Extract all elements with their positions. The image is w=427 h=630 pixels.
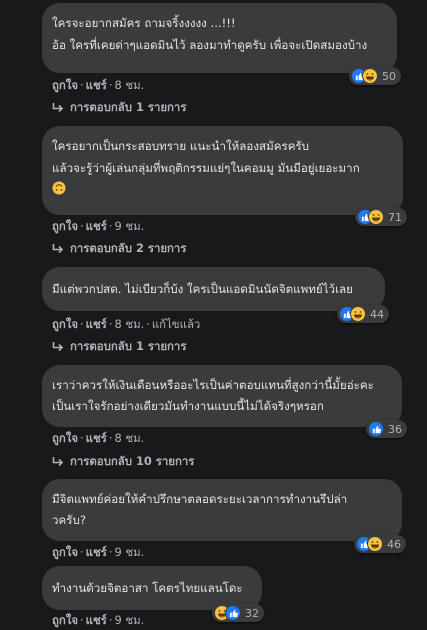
comment-bubble: มีจิตแพทย์ค่อยให้คำปรึกษาตลอดระยะเวลาการ… bbox=[42, 479, 402, 541]
timestamp[interactable]: 8 ชม. bbox=[114, 78, 144, 92]
comment-text-line: มีจิตแพทย์ค่อยให้คำปรึกษาตลอดระยะเวลาการ… bbox=[52, 492, 348, 506]
share-link[interactable]: แชร์ bbox=[86, 545, 107, 559]
reaction-summary[interactable]: 50 bbox=[349, 67, 401, 85]
view-replies-link[interactable]: การตอบกลับ 10 รายการ bbox=[52, 453, 194, 471]
timestamp[interactable]: 8 ชม. bbox=[114, 317, 144, 331]
like-link[interactable]: ถูกใจ bbox=[52, 78, 78, 92]
reaction-count: 50 bbox=[382, 69, 396, 83]
separator-dot: · bbox=[108, 219, 113, 233]
replies-label: การตอบกลับ 10 รายการ bbox=[70, 454, 195, 468]
reaction-count: 32 bbox=[245, 606, 259, 620]
haha-reaction-icon bbox=[362, 68, 378, 84]
comment-actions: ถูกใจ · แชร์ · 8 ชม. bbox=[52, 77, 144, 95]
share-link[interactable]: แชร์ bbox=[86, 78, 107, 92]
timestamp[interactable]: 9 ชม. bbox=[114, 613, 144, 627]
separator-dot: · bbox=[80, 613, 84, 627]
like-reaction-icon bbox=[368, 421, 384, 437]
view-replies-link[interactable]: การตอบกลับ 1 รายการ bbox=[52, 338, 186, 356]
replies-label: การตอบกลับ 1 รายการ bbox=[70, 339, 187, 353]
reaction-count: 44 bbox=[370, 307, 384, 321]
view-replies-link[interactable]: การตอบกลับ 1 รายการ bbox=[52, 99, 186, 117]
haha-reaction-icon bbox=[368, 209, 384, 225]
separator-dot: · bbox=[108, 545, 113, 559]
separator-dot: · bbox=[80, 431, 84, 445]
separator-dot: · bbox=[146, 317, 150, 331]
reaction-summary[interactable]: 46 bbox=[354, 535, 406, 553]
edited-label[interactable]: แก้ไขแล้ว bbox=[152, 317, 200, 331]
reply-arrow-icon bbox=[52, 103, 64, 113]
comment-bubble: มีแต่พวกปสด. ไม่เบียวก็บ้ง ใครเป็นแอดมิน… bbox=[42, 267, 385, 311]
share-link[interactable]: แชร์ bbox=[86, 431, 107, 445]
comment-text-line: ใครอยากเป็นกระสอบทราย แนะนำให้ลองสมัครคร… bbox=[52, 139, 310, 153]
separator-dot: · bbox=[80, 317, 84, 331]
reaction-summary[interactable]: 71 bbox=[355, 208, 407, 226]
like-reaction-icon bbox=[225, 605, 241, 621]
comment-text-line: แล้วจะรู้ว่าผู้เล่นกลุ่มที่พฤติกรรมแย่ๆใ… bbox=[52, 161, 360, 175]
comment-bubble: ใครจะอยากสมัคร ถามจริ้งงงงง ...!!! อ้อ ใ… bbox=[42, 3, 397, 73]
share-link[interactable]: แชร์ bbox=[86, 317, 107, 331]
replies-label: การตอบกลับ 2 รายการ bbox=[70, 241, 187, 255]
comment-bubble: เราว่าควรให้เงินเดือนหรืออะไรเป็นค่าตอบแ… bbox=[42, 365, 402, 427]
comment-text-line: ใครจะอยากสมัคร ถามจริ้งงงงง ...!!! bbox=[52, 16, 236, 30]
separator-dot: · bbox=[80, 219, 84, 233]
reaction-count: 71 bbox=[388, 210, 402, 224]
reaction-summary[interactable]: 44 bbox=[337, 305, 389, 323]
reply-arrow-icon bbox=[52, 342, 64, 352]
comment-bubble: ใครอยากเป็นกระสอบทราย แนะนำให้ลองสมัครคร… bbox=[42, 126, 403, 215]
reply-arrow-icon bbox=[52, 244, 64, 254]
comment-actions: ถูกใจ · แชร์ · 9 ชม. bbox=[52, 544, 144, 562]
like-link[interactable]: ถูกใจ bbox=[52, 545, 78, 559]
comment-emoji-line bbox=[52, 179, 391, 202]
separator-dot: · bbox=[108, 431, 113, 445]
upside-down-face-icon bbox=[52, 180, 66, 202]
comment-text-line: มีแต่พวกปสด. ไม่เบียวก็บ้ง ใครเป็นแอดมิน… bbox=[52, 282, 353, 296]
share-link[interactable]: แชร์ bbox=[86, 613, 107, 627]
like-link[interactable]: ถูกใจ bbox=[52, 317, 78, 331]
comment-actions: ถูกใจ · แชร์ · 9 ชม. bbox=[52, 218, 144, 236]
comment-text-line: เราว่าควรให้เงินเดือนหรืออะไรเป็นค่าตอบแ… bbox=[52, 378, 374, 392]
haha-reaction-icon bbox=[350, 306, 366, 322]
replies-label: การตอบกลับ 1 รายการ bbox=[70, 100, 187, 114]
share-link[interactable]: แชร์ bbox=[86, 219, 107, 233]
comment-text-line: อ้อ ใครที่เคยด่าๆแอดมินไว้ ลองมาทำดูครับ… bbox=[52, 38, 368, 52]
comment-text-line: ทำงานด้วยจิตอาสา โคตรไทยแลนโดะ bbox=[52, 581, 243, 595]
comment-actions: ถูกใจ · แชร์ · 8 ชม. bbox=[52, 430, 144, 448]
like-link[interactable]: ถูกใจ bbox=[52, 613, 78, 627]
timestamp[interactable]: 9 ชม. bbox=[114, 219, 144, 233]
timestamp[interactable]: 8 ชม. bbox=[114, 431, 144, 445]
reaction-summary[interactable]: 32 bbox=[212, 604, 264, 622]
comment-actions: ถูกใจ · แชร์ · 8 ชม. · แก้ไขแล้ว bbox=[52, 316, 200, 334]
like-link[interactable]: ถูกใจ bbox=[52, 219, 78, 233]
separator-dot: · bbox=[108, 317, 113, 331]
reaction-count: 46 bbox=[387, 537, 401, 551]
comment-text-line: วครับ? bbox=[52, 513, 87, 527]
view-replies-link[interactable]: การตอบกลับ 2 รายการ bbox=[52, 240, 186, 258]
separator-dot: · bbox=[108, 78, 113, 92]
comment-text-line: เป็นเราใจรักอย่างเดียวมันทำงานแบบนี้ไม่ไ… bbox=[52, 399, 324, 413]
reaction-count: 36 bbox=[388, 422, 402, 436]
separator-dot: · bbox=[108, 613, 113, 627]
reply-arrow-icon bbox=[52, 457, 64, 467]
reaction-summary[interactable]: 36 bbox=[366, 420, 407, 438]
timestamp[interactable]: 9 ชม. bbox=[114, 545, 144, 559]
separator-dot: · bbox=[80, 545, 84, 559]
separator-dot: · bbox=[80, 78, 84, 92]
haha-reaction-icon bbox=[367, 536, 383, 552]
comment-actions: ถูกใจ · แชร์ · 9 ชม. bbox=[52, 612, 144, 630]
like-link[interactable]: ถูกใจ bbox=[52, 431, 78, 445]
